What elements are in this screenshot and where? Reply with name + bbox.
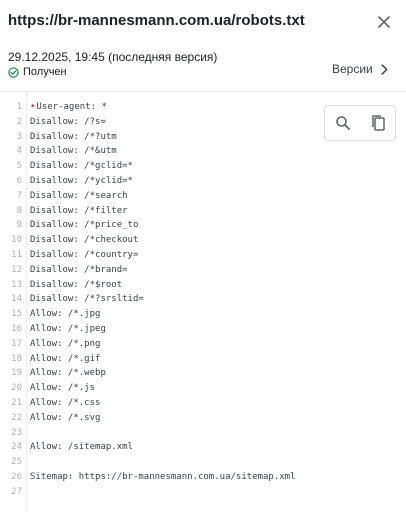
line-number: 12 xyxy=(11,264,22,275)
line-text: Allow: /*.webp xyxy=(30,368,106,379)
line-text: User-agent: * xyxy=(30,100,106,115)
line-text: Disallow: /*brand= xyxy=(30,264,128,275)
line-number: 5 xyxy=(16,161,22,172)
dialog-header: https://br-mannesmann.com.ua/robots.txt xyxy=(0,0,406,44)
line-text: Disallow: /?s= xyxy=(30,116,106,127)
line-number: 24 xyxy=(11,442,22,453)
search-button[interactable] xyxy=(331,111,355,135)
line-number: 7 xyxy=(16,190,22,201)
line-text: Allow: /*.svg xyxy=(30,412,101,423)
version-date: 29.12.2025, 19:45 (последняя версия) xyxy=(8,50,218,64)
code-line: 27 xyxy=(0,485,406,500)
line-text: Allow: /*.gif xyxy=(30,353,101,364)
code-line: 15 Allow: /*.jpg xyxy=(0,307,406,322)
code-line: 4 Disallow: /*&utm xyxy=(0,144,406,159)
check-circle-icon xyxy=(8,66,19,78)
line-number: 1 xyxy=(16,102,22,112)
line-number: 16 xyxy=(11,323,22,334)
line-text: Disallow: /*price_to xyxy=(30,220,139,231)
line-number: 17 xyxy=(11,338,22,349)
code-line: 19 Allow: /*.webp xyxy=(0,366,406,381)
code-line: 10 Disallow: /*checkout xyxy=(0,233,406,248)
line-text: Allow: /*.jpg xyxy=(30,309,101,320)
code-line: 14 Disallow: /*?srsltid= xyxy=(0,292,406,307)
line-text: Disallow: /*search xyxy=(30,190,128,201)
code-line: 25 xyxy=(0,455,406,470)
line-number: 6 xyxy=(16,175,22,186)
code-line: 9 Disallow: /*price_to xyxy=(0,218,406,233)
status-text: Получен xyxy=(23,66,67,78)
versions-label: Версии xyxy=(332,62,373,76)
line-number: 21 xyxy=(11,397,22,408)
line-text: Allow: /*.js xyxy=(30,383,96,394)
line-text: Disallow: /*checkout xyxy=(30,235,139,246)
line-number: 4 xyxy=(16,146,22,157)
code-viewer[interactable]: 1 User-agent: * 2 Disallow: /?s= 3 Disallow: … xyxy=(0,92,406,512)
code-toolbar xyxy=(324,105,396,141)
line-number: 23 xyxy=(11,427,22,438)
code-line: 20 Allow: /*.js xyxy=(0,381,406,396)
code-line: 17 Allow: /*.png xyxy=(0,337,406,352)
line-number: 3 xyxy=(16,131,22,142)
code-line: 7 Disallow: /*search xyxy=(0,189,406,204)
code-line: 12 Disallow: /*brand= xyxy=(0,263,406,278)
line-text: Disallow: /*country= xyxy=(30,249,139,260)
line-number: 9 xyxy=(16,220,22,231)
line-number: 25 xyxy=(11,457,22,468)
line-number: 19 xyxy=(11,368,22,379)
line-number: 18 xyxy=(11,353,22,364)
line-text: Allow: /*.png xyxy=(30,338,101,349)
code-line: 21 Allow: /*.css xyxy=(0,396,406,411)
line-number: 27 xyxy=(11,486,22,497)
line-text: Allow: /sitemap.xml xyxy=(30,442,133,453)
line-text: Disallow: /*yclid=* xyxy=(30,175,133,186)
line-text: Disallow: /*&utm xyxy=(30,146,117,157)
code-line: 23 xyxy=(0,426,406,441)
page-title: https://br-mannesmann.com.ua/robots.txt xyxy=(8,12,305,29)
line-number: 8 xyxy=(16,205,22,216)
line-text: Disallow: /*$root xyxy=(30,279,123,290)
line-number: 13 xyxy=(11,279,22,290)
version-meta: 29.12.2025, 19:45 (последняя версия) Пол… xyxy=(8,50,217,78)
close-button[interactable] xyxy=(372,10,396,34)
code-line: 22 Allow: /*.svg xyxy=(0,411,406,426)
line-number: 14 xyxy=(11,294,22,305)
line-text: Disallow: /*filter xyxy=(30,205,128,216)
status-badge: Получен xyxy=(8,66,217,78)
line-number: 11 xyxy=(11,249,22,260)
code-line: 8 Disallow: /*filter xyxy=(0,204,406,219)
line-number: 10 xyxy=(11,235,22,246)
code-line: 5 Disallow: /*gclid=* xyxy=(0,159,406,174)
search-icon[interactable] xyxy=(335,115,351,131)
code-line: 26 Sitemap: https://br-mannesmann.com.ua/… xyxy=(0,470,406,485)
code-line: 11 Disallow: /*country= xyxy=(0,248,406,263)
line-text: Allow: /*.css xyxy=(30,397,101,408)
code-line: 24 Allow: /sitemap.xml xyxy=(0,440,406,455)
line-text: Allow: /*.jpeg xyxy=(30,323,106,334)
versions-button[interactable]: Версии xyxy=(332,60,388,78)
line-number: 22 xyxy=(11,412,22,423)
line-number: 2 xyxy=(16,116,22,127)
line-text: Disallow: /*gclid=* xyxy=(30,161,133,172)
code-line: 18 Allow: /*.gif xyxy=(0,352,406,367)
line-number: 20 xyxy=(11,383,22,394)
chevron-right-icon xyxy=(381,63,388,75)
code-line: 16 Allow: /*.jpeg xyxy=(0,322,406,337)
code-line: 6 Disallow: /*yclid=* xyxy=(0,174,406,189)
line-text: Disallow: /*?utm xyxy=(30,131,117,142)
code-line: 13 Disallow: /*$root xyxy=(0,278,406,293)
close-icon[interactable] xyxy=(377,15,391,29)
code-lines: 1 User-agent: * 2 Disallow: /?s= 3 Disallow: … xyxy=(0,100,406,500)
copy-icon[interactable] xyxy=(370,114,386,132)
line-number: 15 xyxy=(11,309,22,320)
line-text: Disallow: /*?srsltid= xyxy=(30,294,144,305)
copy-button[interactable] xyxy=(366,111,390,135)
line-number: 26 xyxy=(11,471,22,482)
line-text: Sitemap: https://br-mannesmann.com.ua/si… xyxy=(30,471,296,482)
